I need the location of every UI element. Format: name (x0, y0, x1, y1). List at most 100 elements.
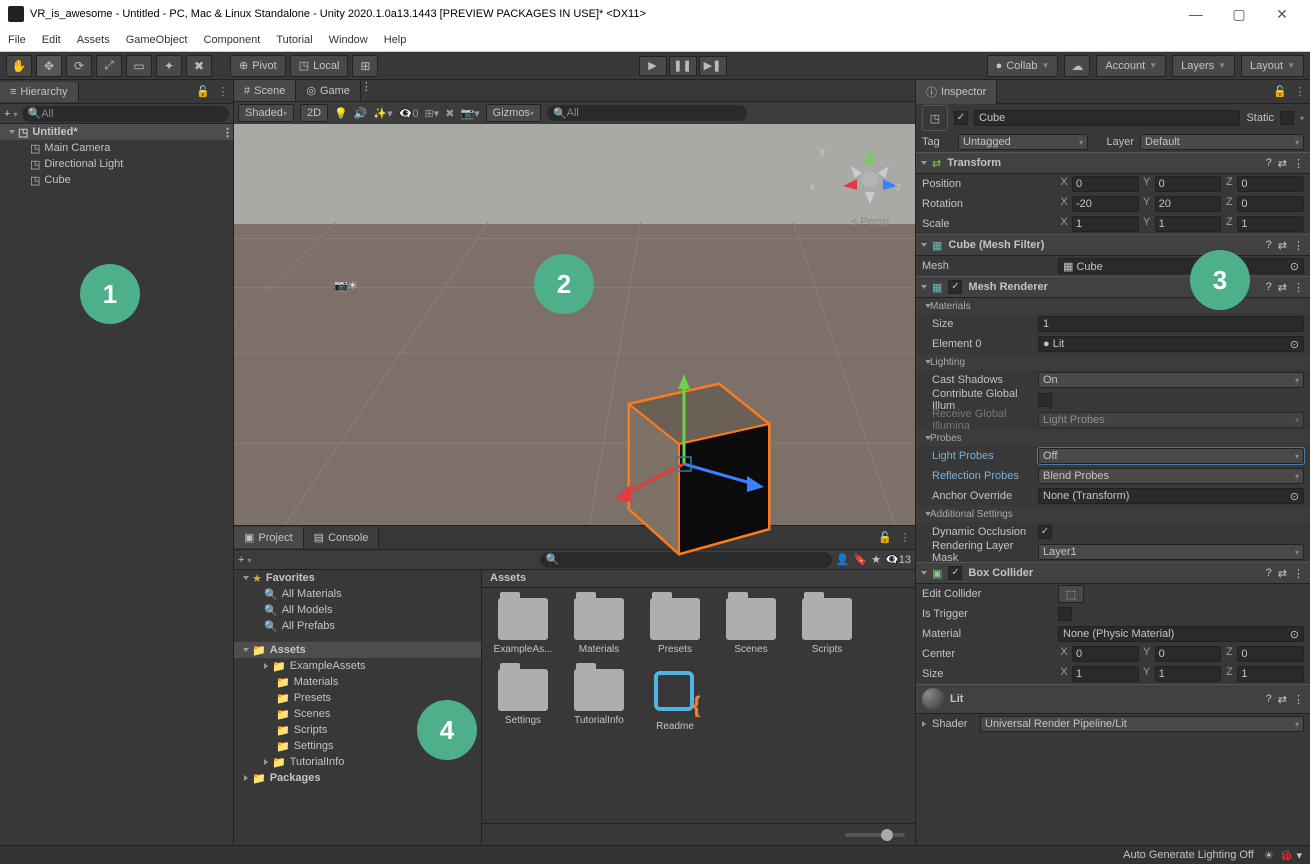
material-header[interactable]: Lit ?⇄⋮ (916, 684, 1310, 714)
favorite-item[interactable]: 🔍 All Materials (234, 586, 481, 602)
light-probes-dropdown[interactable]: Off▾ (1038, 448, 1304, 464)
menu-tutorial[interactable]: Tutorial (276, 34, 312, 46)
dynamic-occlusion-checkbox[interactable] (1038, 525, 1052, 539)
scene-search-input[interactable]: 🔍 All (547, 105, 747, 121)
component-menu-icon[interactable]: ⋮ (1293, 157, 1304, 170)
lock-icon[interactable]: 🔓 (875, 531, 895, 544)
scene-root-item[interactable]: ◳ Untitled* ⋮ (0, 124, 233, 140)
transform-component-header[interactable]: ⇄ Transform ?⇄⋮ (916, 152, 1310, 174)
gameobject-name-input[interactable] (974, 110, 1240, 126)
project-create-icon[interactable]: + ▾ (238, 554, 252, 566)
reflection-probes-dropdown[interactable]: Blend Probes▾ (1038, 468, 1304, 484)
panel-menu-icon[interactable]: ⋮ (213, 85, 233, 98)
snap-toggle-icon[interactable]: ⊞ (352, 55, 378, 77)
breadcrumb[interactable]: Assets (482, 570, 915, 588)
rot-z-input[interactable] (1237, 196, 1304, 212)
folder-item[interactable]: 📁 ExampleAssets (234, 658, 481, 674)
lock-icon[interactable]: 🔓 (1270, 85, 1290, 98)
box-collider-enabled-checkbox[interactable] (948, 566, 962, 580)
box-collider-header[interactable]: ▣ Box Collider ?⇄⋮ (916, 562, 1310, 584)
scale-x-input[interactable] (1072, 216, 1139, 232)
scene-viewport[interactable]: 📷☀ (234, 124, 915, 525)
layout-dropdown[interactable]: Layout ▼ (1241, 55, 1304, 77)
scale-y-input[interactable] (1155, 216, 1222, 232)
create-dropdown-icon[interactable]: + ▾ (4, 108, 18, 120)
center-x-input[interactable] (1072, 646, 1139, 662)
asset-folder[interactable]: Scripts (796, 598, 858, 655)
tag-dropdown[interactable]: Untagged▾ (958, 134, 1088, 150)
active-checkbox[interactable] (954, 111, 968, 125)
panel-menu-icon[interactable]: ⋮ (1290, 85, 1310, 98)
size-x-input[interactable] (1072, 666, 1139, 682)
menu-file[interactable]: File (8, 34, 26, 46)
mesh-field[interactable]: ▦ Cube⊙ (1058, 258, 1304, 274)
2d-toggle[interactable]: 2D (300, 104, 328, 122)
camera-gizmo-icon[interactable]: 📷☀ (334, 279, 358, 292)
size-z-input[interactable] (1237, 666, 1304, 682)
favorite-item[interactable]: 🔍 All Models (234, 602, 481, 618)
contribute-gi-checkbox[interactable] (1038, 393, 1052, 407)
materials-size-input[interactable] (1038, 316, 1304, 332)
menu-assets[interactable]: Assets (77, 34, 110, 46)
status-icon[interactable]: ☀ (1264, 849, 1274, 862)
fx-toggle-icon[interactable]: ✨▾ (373, 107, 392, 120)
hierarchy-item[interactable]: ◳Main Camera (0, 140, 233, 156)
tools-icon[interactable]: ✖ (445, 107, 454, 120)
maximize-button[interactable]: ▢ (1219, 0, 1259, 28)
transform-tool-icon[interactable]: ✦ (156, 55, 182, 77)
rendering-layer-dropdown[interactable]: Layer1▾ (1038, 544, 1304, 560)
tab-console[interactable]: ▤ Console (304, 527, 380, 548)
rot-x-input[interactable] (1072, 196, 1139, 212)
camera-icon[interactable]: 📷▾ (460, 107, 479, 120)
favorites-root[interactable]: ★ Favorites (234, 570, 481, 586)
expand-icon[interactable] (9, 130, 15, 134)
anchor-override-field[interactable]: None (Transform)⊙ (1038, 488, 1304, 504)
scene-menu-icon[interactable]: ⋮ (222, 126, 233, 139)
hierarchy-search-input[interactable]: 🔍 All (22, 106, 230, 122)
menu-window[interactable]: Window (329, 34, 368, 46)
panel-menu-icon[interactable]: ⋮ (895, 531, 915, 544)
layer-dropdown[interactable]: Default▾ (1140, 134, 1304, 150)
hierarchy-item[interactable]: ◳Directional Light (0, 156, 233, 172)
mesh-renderer-enabled-checkbox[interactable] (948, 280, 962, 294)
packages-root[interactable]: 📁 Packages (234, 770, 481, 786)
favorites-icon[interactable]: ★ (871, 553, 881, 566)
center-y-input[interactable] (1155, 646, 1222, 662)
menu-component[interactable]: Component (203, 34, 260, 46)
account-dropdown[interactable]: Account ▼ (1096, 55, 1166, 77)
asset-readme[interactable]: {} Readme (644, 669, 706, 732)
tab-scene[interactable]: # Scene (234, 80, 296, 101)
gameobject-icon[interactable]: ◳ (922, 105, 948, 131)
scene-panel-menu-icon[interactable]: ⋮ (361, 80, 372, 101)
center-z-input[interactable] (1237, 646, 1304, 662)
edit-collider-button[interactable]: ⬚ (1058, 585, 1084, 603)
scale-tool-icon[interactable]: ⤢ (96, 55, 122, 77)
grid-size-slider[interactable] (845, 833, 905, 837)
search-type-icon[interactable]: 👤 (836, 553, 850, 566)
tab-hierarchy[interactable]: ≡ Hierarchy (0, 82, 79, 102)
hidden-count-icon[interactable]: 👁‍🗨13 (885, 553, 911, 566)
shading-mode-dropdown[interactable]: Shaded ▾ (238, 104, 294, 122)
scale-z-input[interactable] (1237, 216, 1304, 232)
asset-folder[interactable]: Presets (644, 598, 706, 655)
tab-inspector[interactable]: ⓘ Inspector (916, 80, 997, 104)
play-button[interactable]: ▶ (639, 56, 667, 76)
collab-dropdown[interactable]: ● Collab ▼ (987, 55, 1059, 77)
shader-dropdown[interactable]: Universal Render Pipeline/Lit▾ (980, 716, 1304, 732)
cast-shadows-dropdown[interactable]: On▾ (1038, 372, 1304, 388)
rot-y-input[interactable] (1155, 196, 1222, 212)
is-trigger-checkbox[interactable] (1058, 607, 1072, 621)
layers-dropdown[interactable]: Layers ▼ (1172, 55, 1235, 77)
status-icon[interactable]: 🐞 ▾ (1280, 849, 1302, 862)
step-button[interactable]: ▶❚ (699, 56, 727, 76)
physic-material-field[interactable]: None (Physic Material)⊙ (1058, 626, 1304, 642)
pos-x-input[interactable] (1072, 176, 1139, 192)
folder-item[interactable]: 📁 Materials (234, 674, 481, 690)
static-checkbox[interactable] (1280, 111, 1294, 125)
cube-scene-object[interactable] (589, 354, 789, 564)
custom-tool-icon[interactable]: ✖ (186, 55, 212, 77)
asset-folder[interactable]: Scenes (720, 598, 782, 655)
favorite-item[interactable]: 🔍 All Prefabs (234, 618, 481, 634)
menu-edit[interactable]: Edit (42, 34, 61, 46)
assets-root[interactable]: 📁 Assets (234, 642, 481, 658)
